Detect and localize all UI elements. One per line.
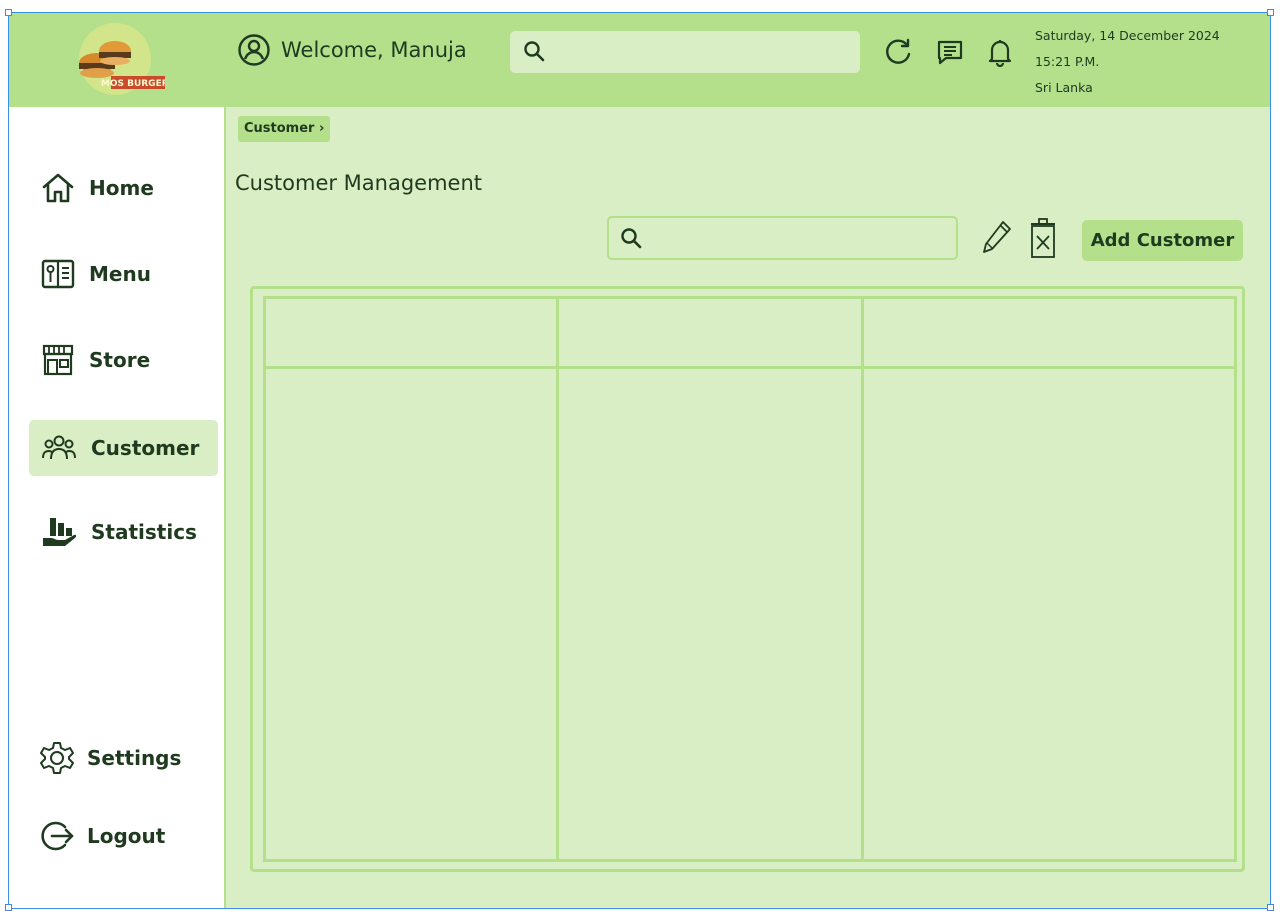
resize-handle[interactable]: [1267, 9, 1274, 16]
resize-handle[interactable]: [5, 904, 12, 911]
resize-handle[interactable]: [5, 9, 12, 16]
selection-frame: [8, 12, 1271, 909]
resize-handle[interactable]: [1267, 904, 1274, 911]
canvas: MOS BURGERS Welcome, Manuja: [0, 0, 1280, 911]
